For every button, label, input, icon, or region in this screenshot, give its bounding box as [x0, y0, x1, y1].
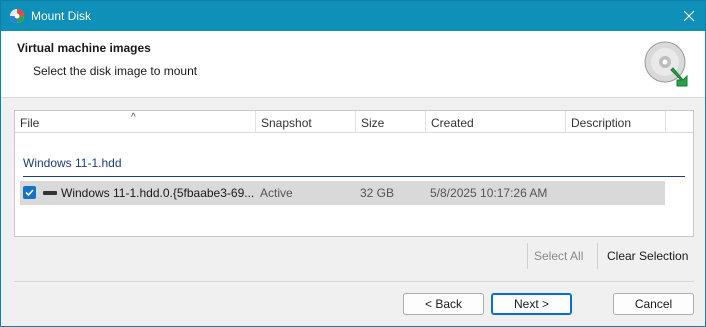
page-title: Virtual machine images: [17, 41, 151, 55]
divider: [527, 243, 528, 269]
clear-selection-button[interactable]: Clear Selection: [607, 243, 688, 269]
column-snapshot-label: Snapshot: [261, 116, 312, 130]
title-bar[interactable]: Mount Disk: [1, 1, 705, 31]
column-created[interactable]: Created: [426, 111, 566, 133]
column-size-label: Size: [361, 116, 385, 130]
divider: [597, 243, 598, 269]
row-size: 32 GB: [360, 186, 395, 200]
back-button[interactable]: < Back: [403, 293, 484, 315]
row-snapshot: Active: [260, 186, 293, 200]
row-checkbox[interactable]: [23, 186, 36, 199]
row-created: 5/8/2025 10:17:26 AM: [430, 186, 548, 200]
window-title: Mount Disk: [31, 9, 92, 23]
select-all-button[interactable]: Select All: [534, 243, 583, 269]
footer-divider: [14, 281, 694, 282]
disk-icon: [43, 191, 57, 195]
images-table: File ^ Snapshot Size Created Description…: [14, 110, 694, 237]
next-button[interactable]: Next >: [491, 293, 572, 315]
column-size[interactable]: Size: [356, 111, 426, 133]
column-description[interactable]: Description: [566, 111, 666, 133]
column-created-label: Created: [431, 116, 474, 130]
cancel-button[interactable]: Cancel: [613, 293, 694, 315]
column-description-label: Description: [571, 116, 632, 130]
row-file: Windows 11-1.hdd.0.{5fbaabe3-69...: [61, 186, 255, 200]
group-divider: [23, 176, 685, 177]
mount-disk-window: Mount Disk Virtual machine images Select…: [0, 0, 706, 327]
disc-mount-icon: [643, 40, 691, 88]
group-header[interactable]: Windows 11-1.hdd: [23, 156, 122, 170]
column-file-label: File: [20, 116, 40, 130]
close-icon[interactable]: [673, 1, 705, 31]
table-header: File ^ Snapshot Size Created Description: [15, 111, 693, 133]
wizard-header: Virtual machine images Select the disk i…: [1, 31, 705, 98]
column-snapshot[interactable]: Snapshot: [256, 111, 356, 133]
sort-up-icon: ^: [131, 112, 136, 123]
app-logo-icon: [9, 8, 25, 24]
table-row[interactable]: Windows 11-1.hdd.0.{5fbaabe3-69... Activ…: [20, 181, 665, 205]
page-subtitle: Select the disk image to mount: [33, 64, 198, 78]
